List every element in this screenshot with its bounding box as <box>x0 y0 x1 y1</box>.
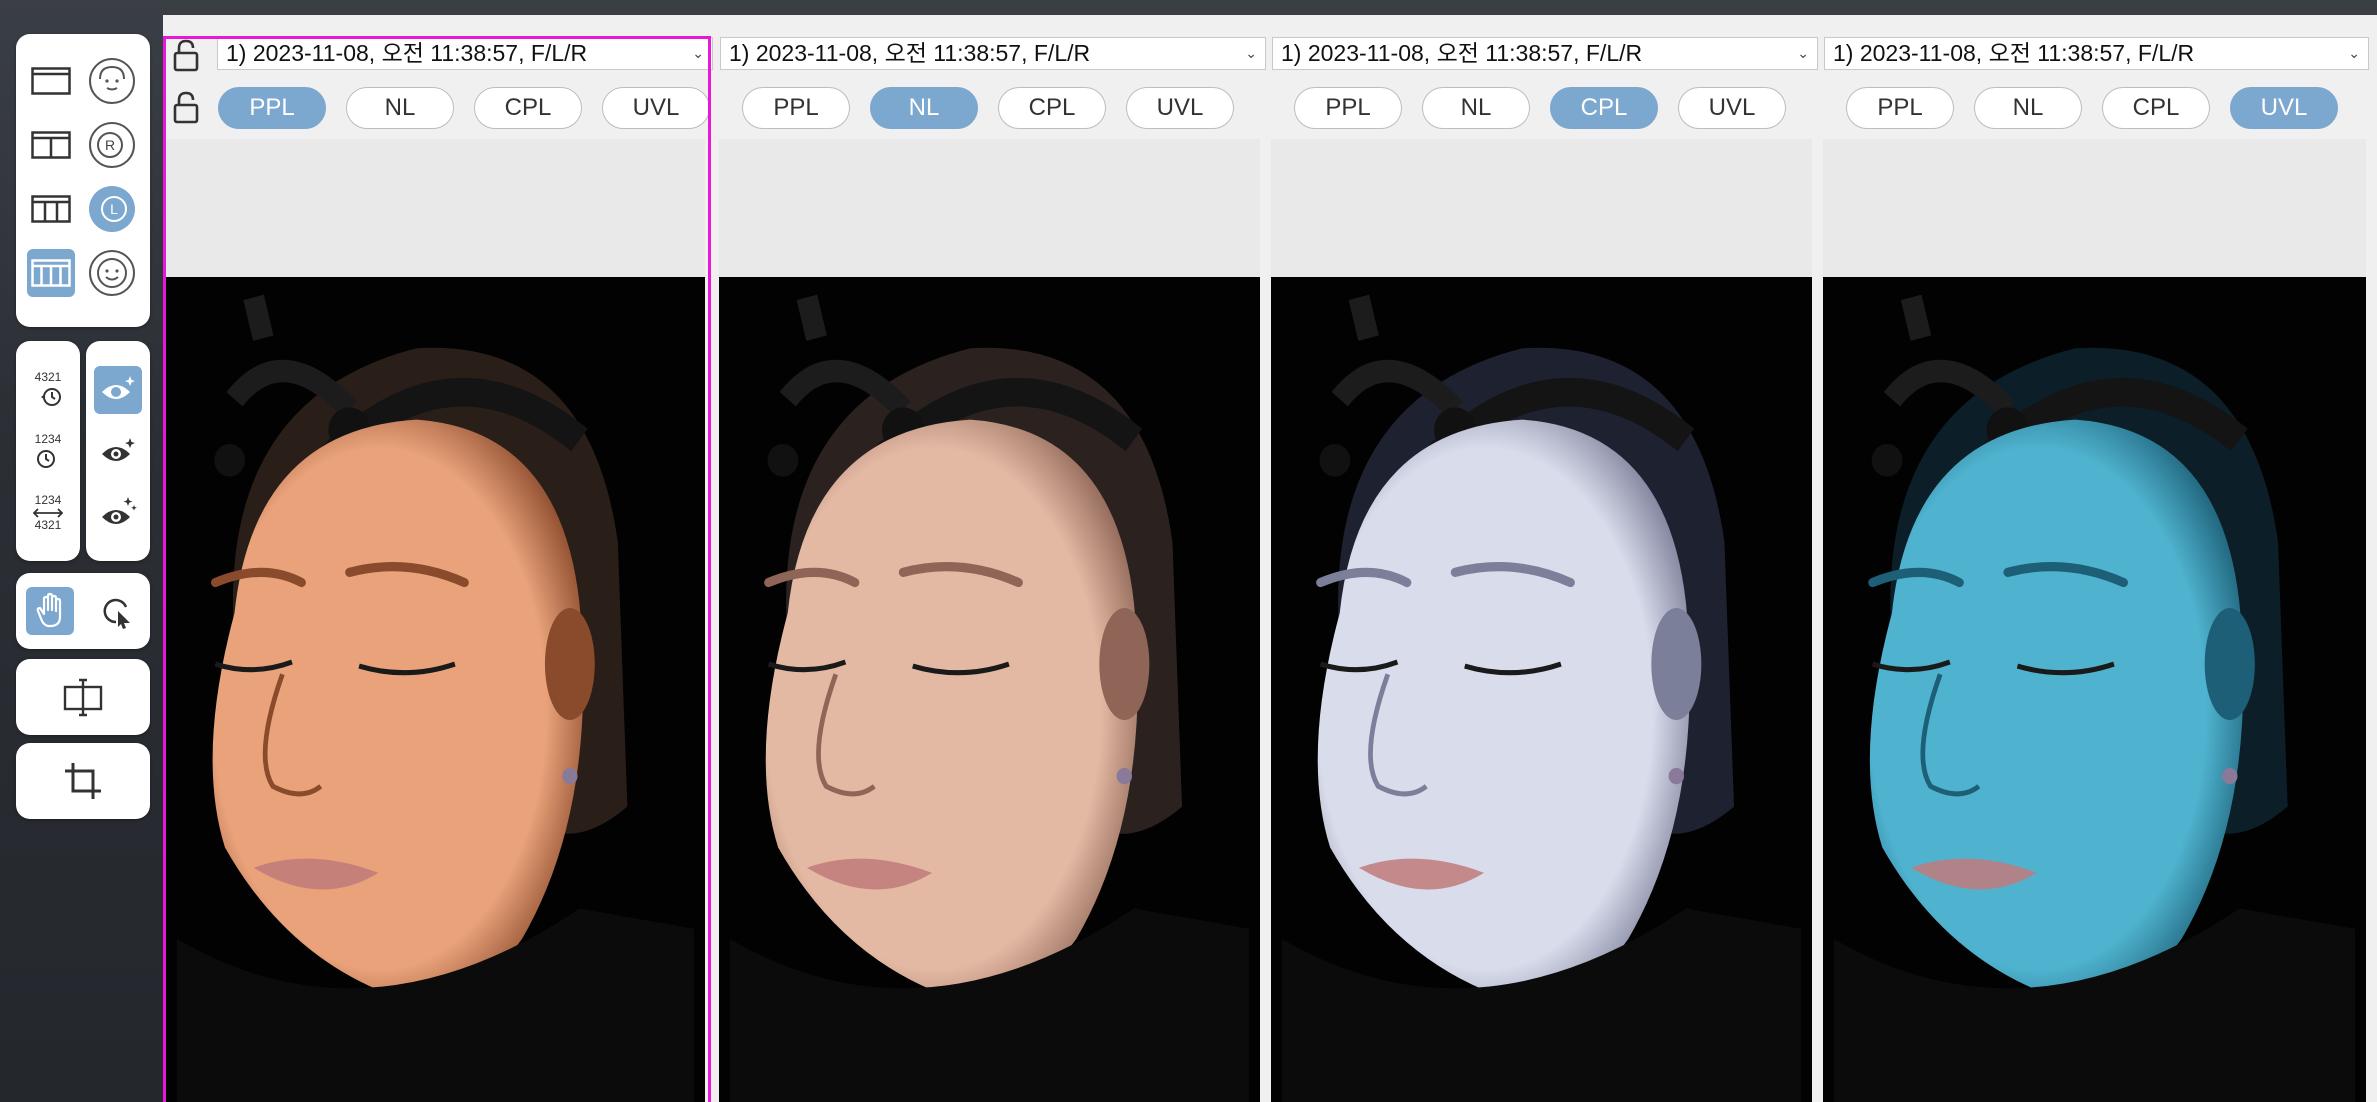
layout-two-column-icon <box>31 131 71 159</box>
eye-sparkle-icon <box>102 438 135 461</box>
face-front-icon <box>89 58 135 104</box>
mode-button-cpl[interactable]: CPL <box>1550 87 1658 129</box>
rotate-cursor-button[interactable] <box>92 587 140 635</box>
hand-icon <box>36 592 62 628</box>
mode-button-nl[interactable]: NL <box>1974 87 2082 129</box>
order-swap-button[interactable]: 1234 4321 <box>24 489 72 537</box>
clock-reverse-icon: 4321 <box>35 370 62 406</box>
capture-date-select[interactable]: 1) 2023-11-08, 오전 11:38:57, F/L/R ⌄ <box>1824 37 2369 70</box>
order-panel: 4321 1234 1234 4321 <box>16 341 80 561</box>
layout-two-column-button[interactable] <box>27 121 75 169</box>
layout-single-button[interactable] <box>27 57 75 105</box>
clock-forward-icon: 1234 <box>35 432 62 468</box>
face-smile-icon <box>89 250 135 296</box>
layout-three-column-icon <box>31 195 71 223</box>
eye-sparkles-icon <box>102 497 137 524</box>
face-image <box>729 294 1250 1102</box>
lock-icon[interactable] <box>171 90 201 124</box>
compare-split-button[interactable] <box>59 673 107 721</box>
svg-text:4321: 4321 <box>35 370 62 384</box>
face-photo-uvl[interactable] <box>1823 277 2366 1102</box>
split-compare-icon <box>63 678 103 717</box>
interaction-panel <box>16 573 150 649</box>
mode-button-uvl[interactable]: UVL <box>1126 87 1234 129</box>
image-panel-3: 1) 2023-11-08, 오전 11:38:57, F/L/R ⌄ PPL N… <box>1268 15 1818 1102</box>
photo-viewport[interactable] <box>1271 139 1812 1102</box>
image-panel-2: 1) 2023-11-08, 오전 11:38:57, F/L/R ⌄ PPL N… <box>716 15 1266 1102</box>
crop-button[interactable] <box>59 757 107 805</box>
compare-panel <box>16 659 150 735</box>
mode-button-cpl[interactable]: CPL <box>2102 87 2210 129</box>
mode-button-ppl[interactable]: PPL <box>218 87 326 129</box>
svg-text:1234: 1234 <box>35 493 62 507</box>
face-photo-ppl[interactable] <box>166 277 705 1102</box>
eye-sparkle-icon <box>102 376 135 399</box>
mode-button-uvl[interactable]: UVL <box>1678 87 1786 129</box>
eye-panel <box>86 341 150 561</box>
mode-button-ppl[interactable]: PPL <box>742 87 850 129</box>
layout-four-column-icon <box>31 259 71 287</box>
mode-button-nl[interactable]: NL <box>346 87 454 129</box>
order-ascending-button[interactable]: 1234 <box>24 428 72 476</box>
image-panel-1: 1) 2023-11-08, 오전 11:38:57, F/L/R ⌄ PPL N… <box>163 15 713 1102</box>
face-left-icon: L <box>89 186 135 232</box>
capture-date-select[interactable]: 1) 2023-11-08, 오전 11:38:57, F/L/R ⌄ <box>720 37 1266 70</box>
lock-icon[interactable] <box>171 38 201 72</box>
layout-three-column-button[interactable] <box>27 185 75 233</box>
face-photo-cpl[interactable] <box>1271 277 1812 1102</box>
face-right-icon: R <box>89 122 135 168</box>
capture-date-select[interactable]: 1) 2023-11-08, 오전 11:38:57, F/L/R ⌄ <box>1272 37 1818 70</box>
eye-sparkle-1-button[interactable] <box>94 366 142 414</box>
mode-button-cpl[interactable]: CPL <box>998 87 1106 129</box>
photo-viewport[interactable] <box>1823 139 2366 1102</box>
pan-tool-button[interactable] <box>26 587 74 635</box>
swap-arrows-icon: 1234 4321 <box>32 493 64 532</box>
mode-button-cpl[interactable]: CPL <box>474 87 582 129</box>
svg-text:R: R <box>105 137 115 153</box>
crop-icon <box>65 763 101 799</box>
mode-button-nl[interactable]: NL <box>1422 87 1530 129</box>
photo-viewport[interactable] <box>166 139 705 1102</box>
mode-button-uvl[interactable]: UVL <box>2230 87 2338 129</box>
layout-view-panel: R L <box>16 34 150 327</box>
face-image <box>176 294 695 1102</box>
crop-panel <box>16 743 150 819</box>
eye-sparkle-2-button[interactable] <box>94 428 142 476</box>
face-image <box>1833 294 2356 1102</box>
layout-single-icon <box>31 67 71 95</box>
mode-button-ppl[interactable]: PPL <box>1846 87 1954 129</box>
face-image <box>1281 294 1802 1102</box>
rotate-cursor-icon <box>103 598 130 629</box>
layout-four-column-button[interactable] <box>27 249 75 297</box>
mode-button-nl[interactable]: NL <box>870 87 978 129</box>
svg-text:L: L <box>110 201 118 217</box>
face-left-view-button[interactable]: L <box>88 185 136 233</box>
svg-text:4321: 4321 <box>35 518 62 532</box>
image-panel-4: 1) 2023-11-08, 오전 11:38:57, F/L/R ⌄ PPL N… <box>1820 15 2377 1102</box>
face-front-view-button[interactable] <box>88 57 136 105</box>
capture-date-select[interactable]: 1) 2023-11-08, 오전 11:38:57, F/L/R ⌄ <box>217 37 713 70</box>
face-smile-view-button[interactable] <box>88 249 136 297</box>
face-right-view-button[interactable]: R <box>88 121 136 169</box>
mode-button-uvl[interactable]: UVL <box>602 87 710 129</box>
face-photo-nl[interactable] <box>719 277 1260 1102</box>
svg-text:1234: 1234 <box>35 432 62 446</box>
order-descending-button[interactable]: 4321 <box>24 366 72 414</box>
mode-button-ppl[interactable]: PPL <box>1294 87 1402 129</box>
eye-sparkle-3-button[interactable] <box>94 489 142 537</box>
photo-viewport[interactable] <box>719 139 1260 1102</box>
